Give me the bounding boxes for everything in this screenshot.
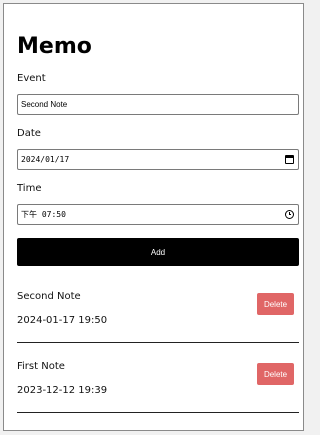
time-label: Time [17,183,42,194]
page-title: Memo [17,34,92,59]
memo-title: First Note [17,361,65,372]
date-label: Date [17,128,41,139]
memo-title: Second Note [17,291,81,302]
calendar-icon[interactable] [285,155,294,164]
memo-item: Second Note 2024-01-17 19:50 Delete [17,291,299,343]
delete-button[interactable]: Delete [257,293,294,315]
delete-button[interactable]: Delete [257,363,294,385]
memo-app: Memo Event Second Note Date 2024/01/17 T… [3,3,304,431]
date-input[interactable]: 2024/01/17 [17,149,299,170]
date-input-value: 2024/01/17 [21,155,70,164]
time-input[interactable]: 下午 07:50 [17,204,299,225]
memo-datetime: 2023-12-12 19:39 [17,385,108,396]
memo-datetime: 2024-01-17 19:50 [17,315,108,326]
event-label: Event [17,73,46,84]
time-input-value: 下午 07:50 [21,210,66,219]
memo-item: First Note 2023-12-12 19:39 Delete [17,361,299,413]
event-input-value: Second Note [21,100,68,109]
clock-icon[interactable] [285,210,294,219]
event-input[interactable]: Second Note [17,94,299,115]
add-button[interactable]: Add [17,238,299,266]
